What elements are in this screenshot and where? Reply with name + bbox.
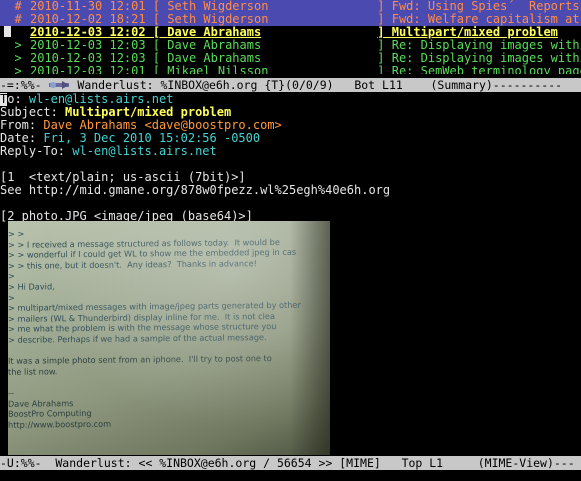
message-buffer: To: wl-en@lists.airs.net Subject: Multip… — [0, 93, 581, 223]
modeline-status: -=:%%- — [0, 78, 49, 92]
row-date: 2010-11-30 12:01 — [30, 0, 146, 13]
row-date: 2010-12-02 18:21 — [30, 13, 146, 26]
mime-part-1[interactable]: [1 <text/plain; us-ascii (7bit)>] — [0, 171, 581, 184]
row-subject: Re: Displaying images within m — [391, 39, 581, 52]
row-mark: > — [0, 65, 22, 74]
summary-row[interactable]: >2010-12-03 12:03 [ Dave Abrahams] Re: D… — [0, 39, 581, 52]
row-from: Dave Abrahams — [167, 26, 262, 39]
row-bracket: [ — [145, 0, 168, 13]
summary-row[interactable]: #2010-11-30 12:01 [ Seth Wigderson] Fwd:… — [0, 0, 581, 13]
header-date: Date: Fri, 3 Dec 2010 15:02:56 -0500 — [0, 132, 581, 145]
header-label: Reply-To: — [0, 145, 73, 158]
row-bracket: [ — [145, 52, 168, 65]
row-subject: Re: SemWeb terminology page — [391, 65, 581, 74]
row-subject: Fwd: Welfare capitalism at End — [391, 13, 580, 26]
modeline-text: Wanderlust: %INBOX@e6h.org {T}(0/0/9) Bo… — [70, 78, 563, 92]
row-bracket: [ — [145, 13, 168, 26]
summary-buffer: #2010-11-30 12:01 [ Seth Wigderson] Fwd:… — [0, 0, 581, 74]
row-close-bracket: ] — [377, 65, 392, 74]
summary-row[interactable]: #2010-12-02 18:21 [ Seth Wigderson] Fwd:… — [0, 13, 581, 26]
header-label: o: — [7, 93, 29, 106]
header-to: To: wl-en@lists.airs.net — [0, 93, 581, 106]
mime-view-modeline[interactable]: -U:%%- Wanderlust: << %INBOX@e6h.org / 5… — [0, 456, 581, 470]
wanderlust-icon — [49, 81, 70, 89]
row-mark: > — [0, 39, 22, 52]
header-label: Date: — [0, 132, 44, 145]
date-value: Fri, 3 Dec 2010 15:02:56 -0500 — [43, 132, 261, 145]
gmane-link[interactable]: See http://mid.gmane.org/878w0fpezz.wl%2… — [0, 184, 581, 197]
header-reply-to: Reply-To: wl-en@lists.airs.net — [0, 145, 581, 158]
row-from: Dave Abrahams — [167, 52, 262, 65]
row-bracket: [ — [145, 65, 168, 74]
summary-row[interactable]: >2010-12-03 12:03 [ Dave Abrahams] Re: D… — [0, 52, 581, 65]
row-mark: > — [0, 52, 22, 65]
point-cursor — [4, 26, 11, 37]
row-subject: Re: Displaying images within m — [391, 52, 581, 65]
modeline-text: -U:%%- Wanderlust: << %INBOX@e6h.org / 5… — [0, 456, 575, 470]
row-mark: # — [0, 0, 22, 13]
row-from: Dave Abrahams — [167, 39, 262, 52]
inline-photo: > >> > I received a message structured a… — [8, 221, 330, 455]
row-bracket: [ — [145, 26, 168, 39]
row-bracket: [ — [145, 39, 168, 52]
header-subject: Subject: Multipart/mixed problem — [0, 106, 581, 119]
row-close-bracket: ] — [377, 26, 392, 39]
summary-row-current[interactable]: 2010-12-03 12:02 [ Dave Abrahams] Multip… — [0, 26, 581, 39]
reply-to-address[interactable]: wl-en@lists.airs.net — [72, 145, 217, 158]
summary-modeline[interactable]: -=:%%- Wanderlust: %INBOX@e6h.org {T}(0/… — [0, 78, 581, 92]
subject-value: Multipart/mixed problem — [65, 106, 232, 119]
row-close-bracket: ] — [377, 52, 392, 65]
from-value[interactable]: Dave Abrahams <dave@boostpro.com> — [43, 119, 281, 132]
row-close-bracket: ] — [377, 39, 392, 52]
to-address[interactable]: wl-en@lists.airs.net — [29, 93, 174, 106]
row-date: 2010-12-03 12:03 — [30, 52, 146, 65]
row-from: Seth Wigderson — [167, 13, 269, 26]
header-label: From: — [0, 119, 44, 132]
row-close-bracket: ] — [377, 0, 392, 13]
row-from: Seth Wigderson — [167, 0, 269, 13]
row-from: Mikael Nilsson — [167, 65, 269, 74]
row-date: 2010-12-03 12:03 — [30, 39, 146, 52]
header-from: From: Dave Abrahams <dave@boostpro.com> — [0, 119, 581, 132]
row-date: 2010-12-03 12:02 — [30, 26, 146, 39]
header-label: Subject: — [0, 106, 66, 119]
row-subject: Multipart/mixed problem — [391, 26, 558, 39]
summary-row[interactable]: >2010-12-03 12:01 [ Mikael Nilsson] Re: … — [0, 65, 581, 74]
row-close-bracket: ] — [377, 13, 392, 26]
row-mark: # — [0, 13, 22, 26]
row-subject: Fwd: Using Spies´ Reports as — [391, 0, 581, 13]
row-date: 2010-12-03 12:01 — [30, 65, 146, 74]
